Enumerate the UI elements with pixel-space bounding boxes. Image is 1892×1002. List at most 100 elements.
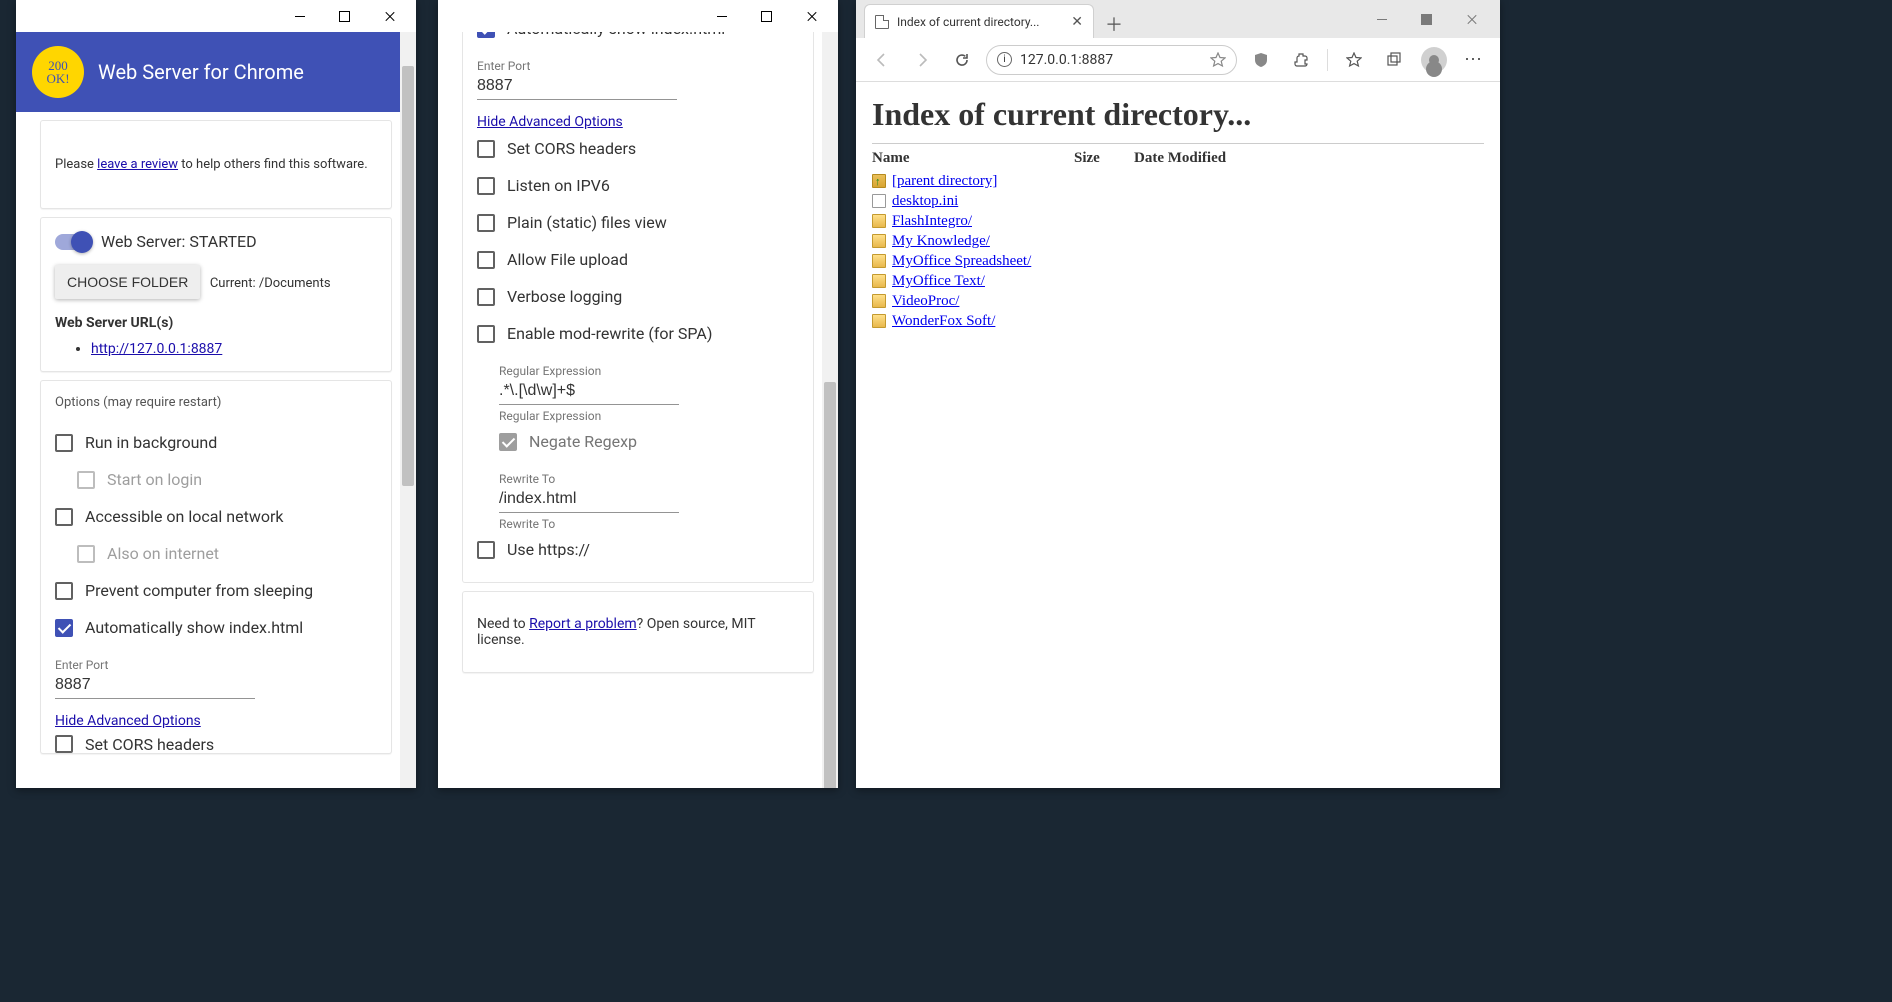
footer-card: Need to Report a problem? Open source, M… (462, 591, 814, 673)
also-internet-checkbox[interactable] (77, 545, 95, 563)
list-item: FlashIntegro/ (872, 211, 1484, 231)
folder-icon (872, 294, 886, 308)
prevent-sleep-checkbox[interactable] (55, 582, 73, 600)
file-icon (872, 194, 886, 208)
rewrite-to-label-top: Rewrite To (499, 472, 799, 486)
shield-icon[interactable] (1245, 44, 1277, 76)
server-toggle[interactable] (55, 234, 91, 250)
page-heading: Index of current directory... (872, 96, 1484, 133)
options-heading: Options (may require restart) (55, 395, 377, 410)
run-background-checkbox[interactable] (55, 434, 73, 452)
extensions-icon[interactable] (1285, 44, 1317, 76)
mod-rewrite-checkbox[interactable] (477, 325, 495, 343)
text: Need to (477, 616, 529, 632)
collections-icon[interactable] (1378, 44, 1410, 76)
favorite-icon[interactable] (1210, 52, 1226, 68)
back-button[interactable] (866, 44, 898, 76)
negate-regexp-checkbox[interactable] (499, 433, 517, 451)
address-bar[interactable]: i 127.0.0.1:8887 (986, 45, 1237, 75)
ipv6-checkbox[interactable] (477, 177, 495, 195)
favorites-icon[interactable] (1338, 44, 1370, 76)
parent-dir-icon (872, 174, 886, 188)
close-button[interactable] (789, 0, 834, 32)
minimize-button[interactable] (1359, 3, 1404, 35)
port-label: Enter Port (55, 658, 377, 672)
parent-directory-link[interactable]: [parent directory] (892, 171, 997, 191)
https-checkbox[interactable] (477, 541, 495, 559)
divider (872, 143, 1484, 144)
cors-checkbox[interactable] (477, 140, 495, 158)
browser-window: Index of current directory... ✕ ＋ i 127.… (856, 0, 1500, 788)
regex-label-bottom: Regular Expression (499, 409, 799, 423)
rewrite-to-label-bottom: Rewrite To (499, 517, 799, 531)
auto-index-checkbox[interactable] (477, 32, 495, 38)
folder-link[interactable]: VideoProc/ (892, 291, 959, 311)
folder-link[interactable]: FlashIntegro/ (892, 211, 972, 231)
label: Start on login (107, 470, 202, 489)
titlebar (438, 0, 838, 32)
scroll-thumb[interactable] (824, 382, 836, 788)
static-view-checkbox[interactable] (477, 214, 495, 232)
new-tab-button[interactable]: ＋ (1100, 10, 1128, 38)
leave-review-link[interactable]: leave a review (97, 157, 178, 172)
label: Listen on IPV6 (507, 176, 610, 195)
file-upload-checkbox[interactable] (477, 251, 495, 269)
verbose-checkbox[interactable] (477, 288, 495, 306)
server-url-link[interactable]: http://127.0.0.1:8887 (91, 341, 222, 357)
label: Prevent computer from sleeping (85, 581, 313, 600)
list-item: My Knowledge/ (872, 231, 1484, 251)
label: Automatically show index.html (85, 618, 303, 637)
folder-link[interactable]: MyOffice Text/ (892, 271, 985, 291)
site-info-icon[interactable]: i (997, 52, 1012, 67)
tab-strip: Index of current directory... ✕ ＋ (864, 0, 1128, 38)
minimize-button[interactable] (277, 0, 322, 32)
browser-tab[interactable]: Index of current directory... ✕ (864, 4, 1094, 38)
hide-advanced-link[interactable]: Hide Advanced Options (55, 713, 201, 729)
urls-heading: Web Server URL(s) (55, 315, 377, 331)
close-button[interactable] (367, 0, 412, 32)
report-problem-link[interactable]: Report a problem (529, 616, 637, 632)
app-title: Web Server for Chrome (98, 60, 304, 84)
status-card: Web Server: STARTED CHOOSE FOLDER Curren… (40, 217, 392, 372)
close-button[interactable] (1449, 3, 1494, 35)
label: Allow File upload (507, 250, 628, 269)
port-input[interactable] (55, 672, 255, 699)
maximize-button[interactable] (322, 0, 367, 32)
hide-advanced-link[interactable]: Hide Advanced Options (477, 114, 623, 130)
label: Accessible on local network (85, 507, 284, 526)
folder-link[interactable]: WonderFox Soft/ (892, 311, 995, 331)
tab-close-icon[interactable]: ✕ (1071, 14, 1083, 30)
scrollbar[interactable] (400, 32, 416, 788)
folder-link[interactable]: MyOffice Spreadsheet/ (892, 251, 1031, 271)
label: Set CORS headers (507, 139, 636, 158)
rewrite-to-input[interactable] (499, 486, 679, 513)
folder-icon (872, 314, 886, 328)
profile-button[interactable] (1418, 44, 1450, 76)
refresh-button[interactable] (946, 44, 978, 76)
choose-folder-button[interactable]: CHOOSE FOLDER (55, 265, 200, 299)
folder-link[interactable]: My Knowledge/ (892, 231, 990, 251)
regex-input[interactable] (499, 378, 679, 405)
browser-toolbar: i 127.0.0.1:8887 ⋯ (856, 38, 1500, 82)
cors-checkbox-peek[interactable] (55, 735, 73, 753)
column-headers: Name Size Date Modified (872, 150, 1484, 167)
scrollbar[interactable] (822, 32, 838, 788)
start-on-login-checkbox[interactable] (77, 471, 95, 489)
separator (1327, 49, 1328, 71)
menu-button[interactable]: ⋯ (1458, 44, 1490, 76)
maximize-button[interactable] (1404, 3, 1449, 35)
local-network-checkbox[interactable] (55, 508, 73, 526)
folder-icon (872, 234, 886, 248)
port-input[interactable] (477, 73, 677, 100)
titlebar (16, 0, 416, 32)
forward-button[interactable] (906, 44, 938, 76)
file-link[interactable]: desktop.ini (892, 191, 958, 211)
col-date: Date Modified (1134, 150, 1226, 167)
scroll-thumb[interactable] (402, 66, 414, 486)
app-header: 200 OK! Web Server for Chrome (16, 32, 416, 112)
auto-index-checkbox[interactable] (55, 619, 73, 637)
viewport: Automatically show index.html Enter Port… (438, 32, 838, 788)
maximize-button[interactable] (744, 0, 789, 32)
minimize-button[interactable] (699, 0, 744, 32)
col-size: Size (1074, 150, 1134, 167)
